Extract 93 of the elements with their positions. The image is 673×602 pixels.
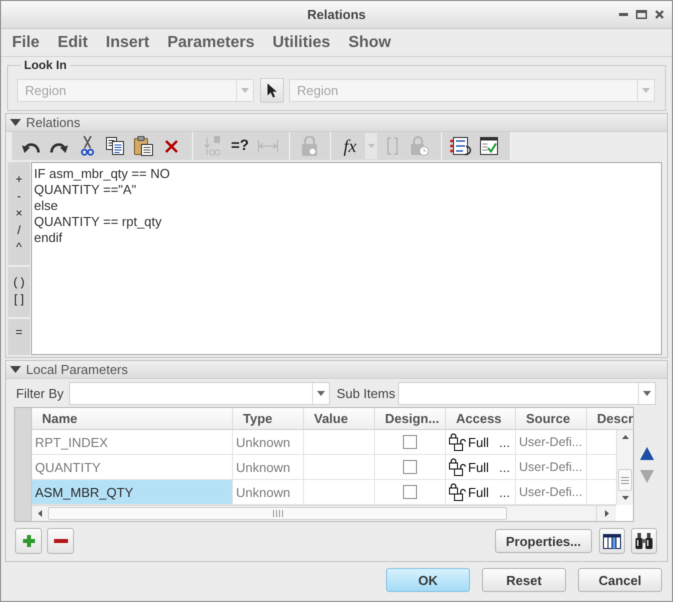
parameter-type: Unknown (233, 480, 304, 504)
caret-icon (316, 391, 325, 396)
padlocks-icon (449, 433, 466, 451)
operator-button[interactable]: [ ] (12, 291, 26, 308)
access-level: Full (468, 484, 489, 500)
column-header[interactable]: Type (233, 408, 304, 429)
function-button[interactable]: fx (342, 137, 358, 155)
operator-button[interactable]: × (13, 205, 24, 222)
binoculars-icon (635, 533, 653, 549)
remove-button[interactable] (47, 528, 74, 554)
operator-button[interactable]: + (13, 171, 24, 188)
more-button[interactable]: ... (499, 434, 510, 450)
column-header[interactable]: Value (304, 408, 375, 429)
add-button[interactable] (15, 528, 42, 554)
menu-item[interactable]: Show (348, 34, 391, 52)
access-level: Full (468, 460, 489, 474)
code-line: IF asm_mbr_qty == NO (34, 166, 170, 182)
maximize-icon[interactable] (636, 10, 647, 19)
caret-icon (241, 88, 249, 93)
columns-button[interactable] (599, 528, 625, 554)
more-button[interactable]: ... (499, 484, 510, 500)
pointer-button[interactable] (260, 78, 284, 103)
list-icon[interactable] (450, 136, 472, 156)
sub-items-label: Sub Items (336, 386, 396, 401)
dialog-button[interactable]: Cancel (578, 568, 662, 592)
parameter-name[interactable]: ASM_MBR_QTY (32, 480, 233, 504)
column-header[interactable]: Source (516, 408, 587, 429)
column-header[interactable]: Name (32, 408, 233, 429)
parameter-type: Unknown (233, 455, 304, 479)
checklist-icon[interactable] (480, 137, 498, 155)
group-title: Look In (23, 58, 68, 72)
code-line: endif (34, 230, 62, 246)
dialog-button[interactable]: Reset (482, 568, 566, 592)
clipboard-icon[interactable] (134, 136, 152, 156)
plus-icon (22, 535, 34, 547)
code-line: QUANTITY == rpt_qty (34, 214, 162, 230)
caret-icon (643, 391, 651, 396)
menu-item[interactable]: Insert (106, 34, 150, 52)
designate-checkbox[interactable] (403, 435, 417, 449)
menu-item[interactable]: Parameters (167, 34, 255, 52)
access-level: Full (468, 434, 489, 450)
column-header[interactable]: Access (446, 408, 516, 429)
column-header[interactable]: Design... (375, 408, 446, 429)
designate-checkbox[interactable] (403, 460, 417, 474)
scroll-right-icon[interactable] (604, 510, 608, 517)
copy-icon[interactable] (106, 137, 124, 155)
parameter-source: User-Defi... (516, 480, 587, 504)
menu-item[interactable]: File (12, 34, 40, 52)
more-button[interactable]: ... (499, 460, 510, 474)
grip-icon (272, 510, 282, 517)
parameter-type: Unknown (233, 430, 304, 454)
parameter-name[interactable]: QUANTITY (32, 455, 233, 479)
menu-item[interactable]: Edit (58, 34, 88, 52)
code-line: QUANTITY =="A" (34, 182, 136, 198)
close-icon[interactable] (655, 10, 664, 19)
padlocks-icon (449, 458, 466, 476)
minus-icon (54, 539, 68, 543)
scrollbar-thumb[interactable] (48, 507, 507, 520)
operator-button[interactable]: - (15, 188, 23, 205)
window-title: Relations (307, 7, 366, 22)
scroll-left-icon[interactable] (38, 510, 42, 517)
designate-checkbox[interactable] (403, 485, 417, 499)
scissors-icon[interactable] (80, 136, 94, 156)
dialog-button[interactable]: OK (386, 568, 470, 592)
column-header[interactable]: Descr (587, 408, 633, 429)
pointer-icon (267, 83, 277, 98)
columns-icon (603, 534, 621, 548)
filter-label: Filter By (16, 386, 64, 401)
scrollbar-thumb[interactable] (618, 469, 632, 491)
properties-button[interactable]: Properties... (494, 529, 592, 553)
section-title: Relations (26, 115, 80, 130)
menu-item[interactable]: Utilities (272, 34, 330, 52)
code-line: else (34, 198, 58, 214)
vertical-scrollbar[interactable] (616, 430, 633, 505)
delete-icon[interactable] (164, 140, 178, 152)
scroll-down-icon[interactable] (622, 496, 628, 500)
caret-icon (642, 88, 650, 93)
section-title: Local Parameters (26, 362, 128, 377)
parameter-source: User-Defi... (516, 455, 587, 479)
grip-icon (621, 476, 629, 484)
find-button[interactable] (631, 528, 657, 554)
operator-button[interactable]: ( ) (11, 274, 27, 291)
horizontal-scrollbar[interactable] (32, 505, 616, 521)
padlocks-icon (449, 483, 466, 501)
scroll-up-icon[interactable] (622, 435, 628, 439)
operator-button[interactable]: ^ (14, 239, 24, 256)
parameter-name[interactable]: RPT_INDEX (32, 430, 233, 454)
move-up-icon[interactable] (640, 447, 654, 460)
operator-button[interactable]: / (15, 222, 23, 239)
toolbar-button[interactable]: =? (229, 137, 251, 155)
parameter-source: User-Defi... (516, 430, 587, 454)
relations-editor[interactable]: IF asm_mbr_qty == NO QUANTITY =="A" else QUANTITY == rpt_qty endif (31, 162, 662, 355)
caret-icon (368, 144, 374, 148)
